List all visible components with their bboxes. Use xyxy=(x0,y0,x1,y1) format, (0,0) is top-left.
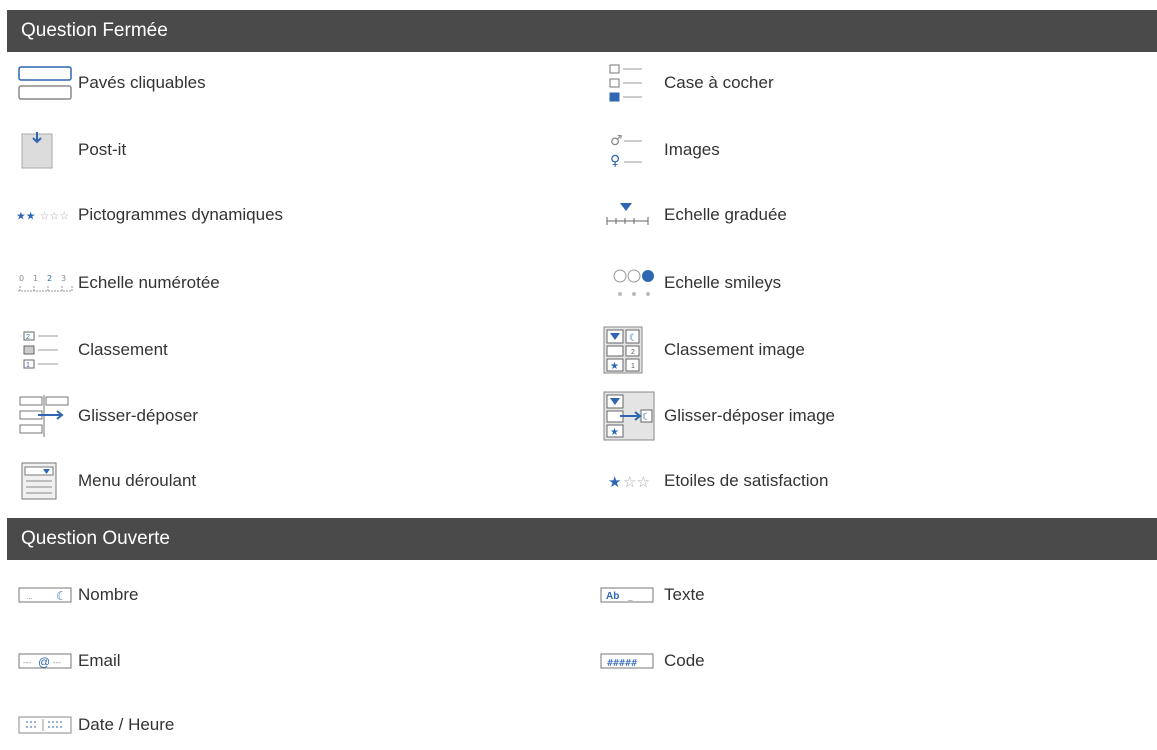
svg-text:☾: ☾ xyxy=(56,589,67,603)
item-label: Echelle numérotée xyxy=(78,273,220,292)
code-field-icon: ##### xyxy=(598,636,664,686)
email-field-icon: --- @ --- xyxy=(16,636,78,686)
svg-text:1: 1 xyxy=(631,363,635,370)
item-label: Glisser-déposer image xyxy=(664,406,836,425)
question-type-satisfaction-stars[interactable]: ★ ☆☆ Etoiles de satisfaction xyxy=(598,456,1118,506)
item-label: Echelle graduée xyxy=(664,205,787,224)
number-field-icon: ... ☾ xyxy=(16,570,78,620)
question-type-image-ranking[interactable]: ☾ 2 ★ 1 Classement image xyxy=(598,325,1118,375)
post-it-icon xyxy=(16,125,78,175)
svg-text:2: 2 xyxy=(26,334,30,341)
svg-text:☾: ☾ xyxy=(642,412,651,423)
item-label: Nombre xyxy=(78,585,139,604)
question-type-checkbox[interactable]: Case à cocher xyxy=(598,58,1118,108)
item-label: Classement image xyxy=(664,340,805,359)
item-label: Post-it xyxy=(78,140,127,159)
date-time-icon xyxy=(16,700,78,750)
question-type-date-time[interactable]: Date / Heure xyxy=(16,700,536,750)
clickable-tiles-icon xyxy=(16,58,78,108)
satisfaction-stars-icon: ★ ☆☆ xyxy=(598,456,664,506)
svg-text:---: --- xyxy=(53,658,61,667)
svg-text:☾: ☾ xyxy=(629,333,638,344)
drag-drop-icon xyxy=(16,391,78,441)
section-header-open-question: Question Ouverte xyxy=(7,518,1157,560)
item-label: Texte xyxy=(664,585,705,604)
question-type-text[interactable]: Ab _ Texte xyxy=(598,570,1118,620)
svg-text:@: @ xyxy=(38,655,50,669)
question-type-number[interactable]: ... ☾ Nombre xyxy=(16,570,536,620)
svg-text:☆☆: ☆☆ xyxy=(623,473,650,491)
svg-text:#####: ##### xyxy=(607,658,637,669)
svg-text:...: ... xyxy=(26,592,33,601)
checkbox-icon xyxy=(598,58,664,108)
svg-text:_: _ xyxy=(627,592,633,601)
svg-text:0: 0 xyxy=(19,274,24,283)
question-type-images[interactable]: ♂ ♀ Images xyxy=(598,125,1118,175)
question-type-graduated-scale[interactable]: Echelle graduée xyxy=(598,190,1118,240)
question-type-dropdown-menu[interactable]: Menu déroulant xyxy=(16,456,536,506)
item-label: Etoiles de satisfaction xyxy=(664,471,829,490)
question-type-numbered-scale[interactable]: 0 1 2 3 Echelle numérotée xyxy=(16,258,536,308)
text-field-icon: Ab _ xyxy=(598,570,664,620)
item-label: Echelle smileys xyxy=(664,273,782,292)
item-label: Code xyxy=(664,651,705,670)
svg-text:3: 3 xyxy=(61,274,66,283)
smiley-scale-icon xyxy=(598,258,664,308)
svg-text:Ab: Ab xyxy=(606,591,619,602)
question-type-clickable-tiles[interactable]: Pavés cliquables xyxy=(16,58,536,108)
image-drag-drop-icon: ★ ☾ xyxy=(598,391,664,441)
question-type-image-drag-drop[interactable]: ★ ☾ Glisser-déposer image xyxy=(598,391,1118,441)
svg-text:★: ★ xyxy=(608,473,621,491)
numbered-scale-icon: 0 1 2 3 xyxy=(16,258,78,308)
item-label: Pictogrammes dynamiques xyxy=(78,205,284,224)
question-type-smiley-scale[interactable]: Echelle smileys xyxy=(598,258,1118,308)
graduated-scale-icon xyxy=(598,190,664,240)
dropdown-menu-icon xyxy=(16,456,78,506)
question-type-ranking[interactable]: 2 1 Classement xyxy=(16,325,536,375)
item-label: Classement xyxy=(78,340,168,359)
question-type-email[interactable]: --- @ --- Email xyxy=(16,636,536,686)
image-ranking-icon: ☾ 2 ★ 1 xyxy=(598,325,664,375)
images-icon: ♂ ♀ xyxy=(598,125,664,175)
svg-text:★: ★ xyxy=(610,427,619,438)
section-title: Question Fermée xyxy=(21,20,168,41)
question-type-code[interactable]: ##### Code xyxy=(598,636,1118,686)
item-label: Menu déroulant xyxy=(78,471,197,490)
item-label: Case à cocher xyxy=(664,73,774,92)
section-title: Question Ouverte xyxy=(21,528,170,549)
svg-text:☆☆☆: ☆☆☆ xyxy=(40,210,70,223)
svg-text:★: ★ xyxy=(610,361,619,372)
item-label: Email xyxy=(78,651,121,670)
dynamic-pictograms-icon: ★★ ☆☆☆ xyxy=(16,190,78,240)
svg-text:♂: ♂ xyxy=(610,133,623,149)
question-type-drag-drop[interactable]: Glisser-déposer xyxy=(16,391,536,441)
item-label: Date / Heure xyxy=(78,715,175,734)
ranking-icon: 2 1 xyxy=(16,325,78,375)
svg-text:1: 1 xyxy=(26,362,30,369)
item-label: Images xyxy=(664,140,720,159)
svg-text:★★: ★★ xyxy=(16,210,36,223)
svg-text:---: --- xyxy=(23,658,31,667)
svg-text:1: 1 xyxy=(33,274,38,283)
item-label: Glisser-déposer xyxy=(78,406,198,425)
svg-text:♀: ♀ xyxy=(610,153,620,169)
svg-text:2: 2 xyxy=(47,274,52,283)
item-label: Pavés cliquables xyxy=(78,73,206,92)
section-header-closed-question: Question Fermée xyxy=(7,10,1157,52)
question-type-post-it[interactable]: Post-it xyxy=(16,125,536,175)
question-type-dynamic-pictograms[interactable]: ★★ ☆☆☆ Pictogrammes dynamiques xyxy=(16,190,536,240)
svg-text:2: 2 xyxy=(631,349,635,356)
question-type-picker: Question Fermée Pavés cliquables Post-it… xyxy=(0,0,1157,736)
